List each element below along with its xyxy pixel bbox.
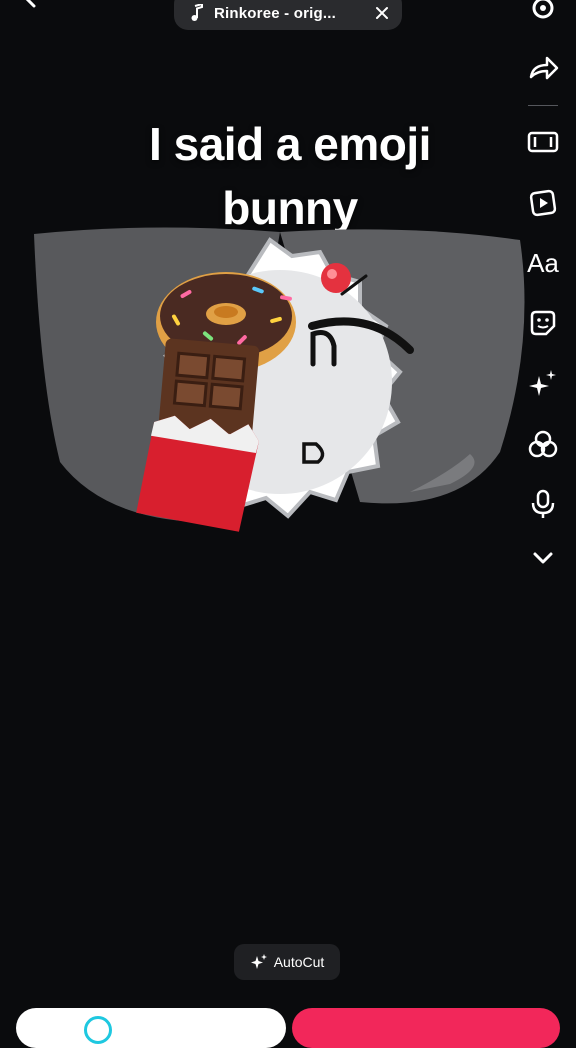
- emoji-bunny-artwork: [34, 227, 525, 532]
- cherry: [321, 263, 351, 293]
- text-icon: Aa: [527, 247, 559, 278]
- more-tools-button[interactable]: [520, 538, 566, 578]
- aspect-ratio-button[interactable]: [520, 122, 566, 162]
- sound-label: Rinkoree - orig...: [214, 4, 336, 22]
- text-button[interactable]: Aa: [520, 243, 566, 283]
- voice-icon: [531, 489, 555, 518]
- settings-button[interactable]: [520, 0, 566, 28]
- autocut-button[interactable]: AutoCut: [234, 944, 340, 980]
- effects-icon: [529, 370, 556, 396]
- autocut-label: AutoCut: [273, 954, 325, 970]
- story-avatar-ring: [84, 1016, 112, 1044]
- back-button[interactable]: [18, 0, 58, 18]
- templates-button[interactable]: [520, 182, 566, 222]
- more-chevron-icon: [533, 552, 553, 564]
- close-icon[interactable]: [374, 5, 390, 21]
- rail-divider: [528, 105, 558, 106]
- filters-icon: [528, 430, 558, 458]
- back-arrow-icon: [25, 0, 36, 8]
- share-icon: [529, 56, 559, 80]
- voice-button[interactable]: [520, 484, 566, 524]
- sticker-button[interactable]: [520, 303, 566, 343]
- aspect-ratio-icon: [527, 131, 559, 153]
- video-caption: I said a emoji bunny: [40, 112, 540, 240]
- effects-button[interactable]: [520, 364, 566, 404]
- templates-icon: [529, 189, 557, 217]
- sound-selector[interactable]: Rinkoree - orig...: [174, 0, 402, 30]
- sparkle-icon: [250, 954, 267, 969]
- share-button[interactable]: [520, 48, 566, 88]
- filters-button[interactable]: [520, 424, 566, 464]
- sticker-icon: [530, 310, 556, 336]
- settings-icon: [532, 0, 554, 19]
- music-note-icon: [191, 4, 203, 21]
- next-button[interactable]: [292, 1008, 560, 1048]
- your-story-button[interactable]: [16, 1008, 286, 1048]
- caption-line-1: I said a emoji: [149, 118, 431, 170]
